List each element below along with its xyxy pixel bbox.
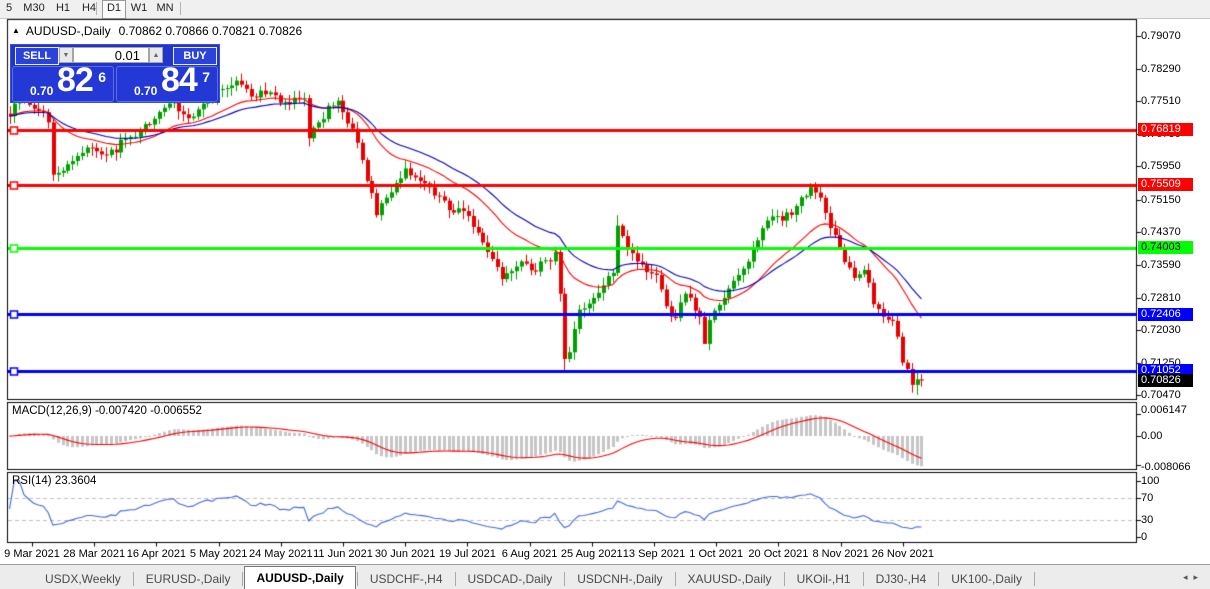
sell-button[interactable]: SELL [15, 47, 59, 65]
sell-price-digits: 82 [57, 61, 93, 100]
price-axis-tick: 0.78290 [1141, 63, 1205, 76]
tab-separator [675, 572, 676, 586]
hline-price-badge: 0.72406 [1138, 308, 1193, 321]
ohlc-values: 0.70862 0.70866 0.70821 0.70826 [119, 24, 303, 38]
hline-price-badge: 0.74003 [1138, 241, 1193, 254]
price-axis-tick: 0.72810 [1141, 292, 1205, 305]
current-price-badge: 0.70826 [1138, 374, 1193, 387]
tab-dj30-h4[interactable]: DJ30-,H4 [865, 570, 938, 589]
hline-price-badge: 0.76819 [1138, 123, 1193, 136]
tab-usdcnh-daily[interactable]: USDCNH-,Daily [566, 570, 673, 589]
chart-tab-bar: USDX,WeeklyEURUSD-,DailyAUDUSD-,DailyUSD… [0, 564, 1210, 589]
tab-uk100-daily[interactable]: UK100-,Daily [940, 570, 1033, 589]
buy-price-pip: 7 [202, 69, 210, 85]
buy-price-box[interactable]: 0.70 84 7 [116, 66, 218, 102]
chart-title: ▲ AUDUSD-,Daily 0.70862 0.70866 0.70821 0.… [12, 24, 302, 38]
symbol-name: AUDUSD-,Daily [26, 24, 111, 38]
price-axis-tick: 0.75950 [1141, 160, 1205, 173]
macd-axis-tick: 0.00 [1141, 430, 1205, 443]
tab-usdchf-h4[interactable]: USDCHF-,H4 [359, 570, 454, 589]
sell-price-box[interactable]: 0.70 82 6 [12, 66, 114, 102]
macd-indicator-label: MACD(12,26,9) -0.007420 -0.006552 [12, 405, 202, 417]
tab-separator [938, 572, 939, 586]
tab-separator [564, 572, 565, 586]
tab-audusd-daily[interactable]: AUDUSD-,Daily [244, 566, 355, 589]
collapse-triangle-icon[interactable]: ▲ [12, 26, 20, 35]
price-axis-tick: 0.70470 [1141, 389, 1205, 402]
rsi-axis-tick: 70 [1141, 492, 1205, 505]
price-axis-tick: 0.73590 [1141, 259, 1205, 272]
tab-usdx-weekly[interactable]: USDX,Weekly [34, 570, 132, 589]
tab-separator [455, 572, 456, 586]
tab-scroll-left-icon[interactable]: ◂ [1183, 572, 1194, 582]
tab-usdcad-daily[interactable]: USDCAD-,Daily [457, 570, 564, 589]
tab-scroll-right-icon[interactable]: ▸ [1193, 572, 1204, 582]
tab-separator [863, 572, 864, 586]
sell-price-prefix: 0.70 [30, 84, 53, 98]
hline-price-badge: 0.75509 [1138, 178, 1193, 191]
rsi-axis-tick: 100 [1141, 475, 1205, 488]
tab-separator [784, 572, 785, 586]
price-axis-tick: 0.77510 [1141, 95, 1205, 108]
rsi-axis-tick: 0 [1141, 531, 1205, 544]
rsi-axis-tick: 30 [1141, 514, 1205, 527]
macd-axis-tick: 0.006147 [1141, 404, 1205, 417]
tab-separator [1034, 572, 1035, 586]
price-axis-tick: 0.74370 [1141, 226, 1205, 239]
tab-separator [133, 572, 134, 586]
rsi-indicator-label: RSI(14) 23.3604 [12, 475, 96, 487]
price-axis-tick: 0.79070 [1141, 30, 1205, 43]
trading-platform-window: 5M30H1H4D1W1MN ▲AUDUSD-,Daily0.70862 0.7… [0, 0, 1210, 589]
tab-separator [357, 572, 358, 586]
macd-axis-tick: -0.008066 [1141, 461, 1205, 474]
tab-scroll-arrows[interactable]: ◂▸ [1183, 572, 1204, 583]
sell-price-pip: 6 [98, 69, 106, 85]
tab-ukoil-h1[interactable]: UKOil-,H1 [786, 570, 862, 589]
tab-xauusd-daily[interactable]: XAUUSD-,Daily [677, 570, 783, 589]
price-axis-tick: 0.72030 [1141, 324, 1205, 337]
date-label: 26 Nov 2021 [861, 548, 945, 560]
price-axis-tick: 0.75150 [1141, 194, 1205, 207]
buy-price-prefix: 0.70 [134, 84, 157, 98]
tab-separator [242, 572, 243, 586]
one-click-trading-panel: SELL ▼ 0.01 ▲ BUY 0.70 82 6 0.70 84 7 [10, 44, 220, 103]
buy-price-digits: 84 [161, 61, 197, 100]
tab-eurusd-daily[interactable]: EURUSD-,Daily [135, 570, 242, 589]
